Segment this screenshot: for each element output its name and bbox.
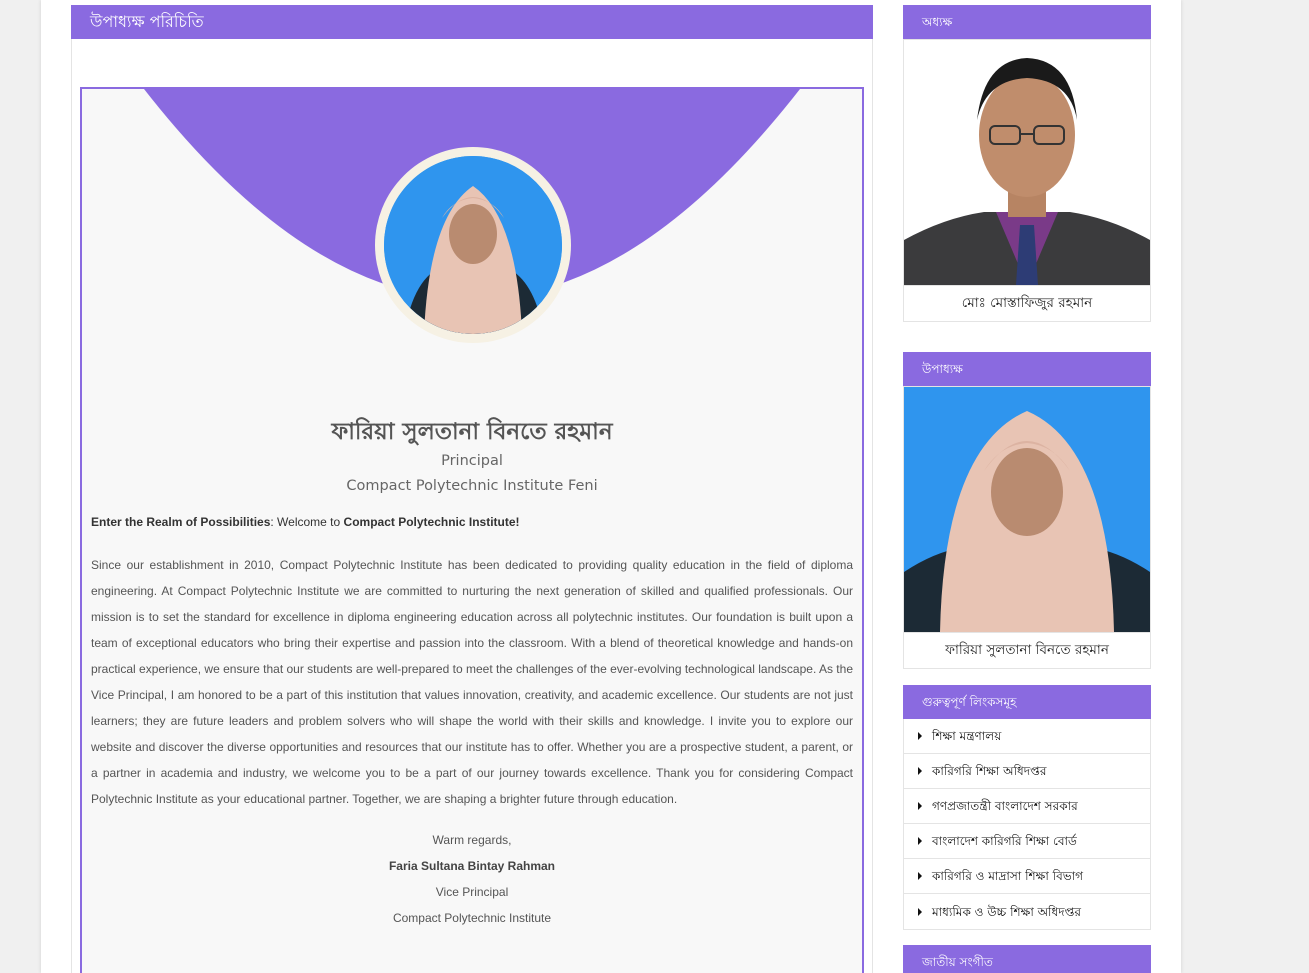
principal-header: অধ্যক্ষ (903, 5, 1151, 39)
caret-right-icon (918, 732, 922, 740)
signoff-regards: Warm regards, (432, 833, 512, 847)
message-body: Since our establishment in 2010, Compact… (91, 558, 853, 806)
signoff-name: Faria Sultana Bintay Rahman (388, 859, 556, 873)
main-section-header: উপাধ্যক্ষ পরিচিতি (71, 5, 873, 39)
profile-name: ফারিয়া সুলতানা বিনতে রহমান (331, 418, 613, 445)
caret-right-icon (918, 767, 922, 775)
link-label[interactable]: শিক্ষা মন্ত্রণালয় (932, 719, 1001, 753)
link-item[interactable]: শিক্ষা মন্ত্রণালয় (904, 719, 1150, 754)
vice-principal-name: ফারিয়া সুলতানা বিনতে রহমান (904, 632, 1150, 668)
principal-photo (904, 40, 1150, 285)
link-item[interactable]: মাধ্যমিক ও উচ্চ শিক্ষা অধিদপ্তর (904, 894, 1150, 929)
caret-right-icon (918, 802, 922, 810)
vice-principal-header: উপাধ্যক্ষ (903, 352, 1151, 386)
caret-right-icon (918, 907, 922, 916)
link-label[interactable]: বাংলাদেশ কারিগরি শিক্ষা বোর্ড (932, 824, 1077, 858)
vice-principal-photo (384, 156, 562, 334)
links-list: শিক্ষা মন্ত্রণালয় কারিগরি শিক্ষা অধিদপ্… (903, 719, 1151, 930)
principal-name: মোঃ মোস্তাফিজুর রহমান (904, 285, 1150, 321)
profile-card: ফারিয়া সুলতানা বিনতে রহমান Principal Co… (80, 87, 864, 973)
intro-welcome: : Welcome to (270, 515, 344, 529)
anthem-header: জাতীয় সংগীত (903, 945, 1151, 973)
intro-line: Enter the Realm of Possibilities: Welcom… (91, 515, 853, 529)
link-label[interactable]: কারিগরি ও মাদ্রাসা শিক্ষা বিভাগ (932, 859, 1083, 893)
signoff-institute: Compact Polytechnic Institute (392, 911, 552, 925)
link-item[interactable]: গণপ্রজাতন্ত্রী বাংলাদেশ সরকার (904, 789, 1150, 824)
profile-institute: Compact Polytechnic Institute Feni (346, 478, 598, 494)
link-label[interactable]: কারিগরি শিক্ষা অধিদপ্তর (932, 754, 1047, 788)
intro-institute: Compact Polytechnic Institute! (343, 515, 520, 529)
vice-principal-card: ফারিয়া সুলতানা বিনতে রহমান (903, 386, 1151, 669)
vice-principal-side-photo (904, 387, 1150, 632)
caret-right-icon (918, 872, 922, 880)
link-item[interactable]: কারিগরি ও মাদ্রাসা শিক্ষা বিভাগ (904, 859, 1150, 894)
signoff-title: Vice Principal (435, 885, 509, 899)
intro-lead: Enter the Realm of Possibilities (91, 515, 271, 529)
link-item[interactable]: কারিগরি শিক্ষা অধিদপ্তর (904, 754, 1150, 789)
profile-role: Principal (441, 453, 503, 469)
link-item[interactable]: বাংলাদেশ কারিগরি শিক্ষা বোর্ড (904, 824, 1150, 859)
principal-card: মোঃ মোস্তাফিজুর রহমান (903, 39, 1151, 322)
link-label[interactable]: গণপ্রজাতন্ত্রী বাংলাদেশ সরকার (932, 789, 1078, 823)
link-label[interactable]: মাধ্যমিক ও উচ্চ শিক্ষা অধিদপ্তর (932, 895, 1081, 929)
links-header: গুরুত্বপূর্ণ লিংকসমূহ (903, 685, 1151, 719)
caret-right-icon (918, 837, 922, 845)
